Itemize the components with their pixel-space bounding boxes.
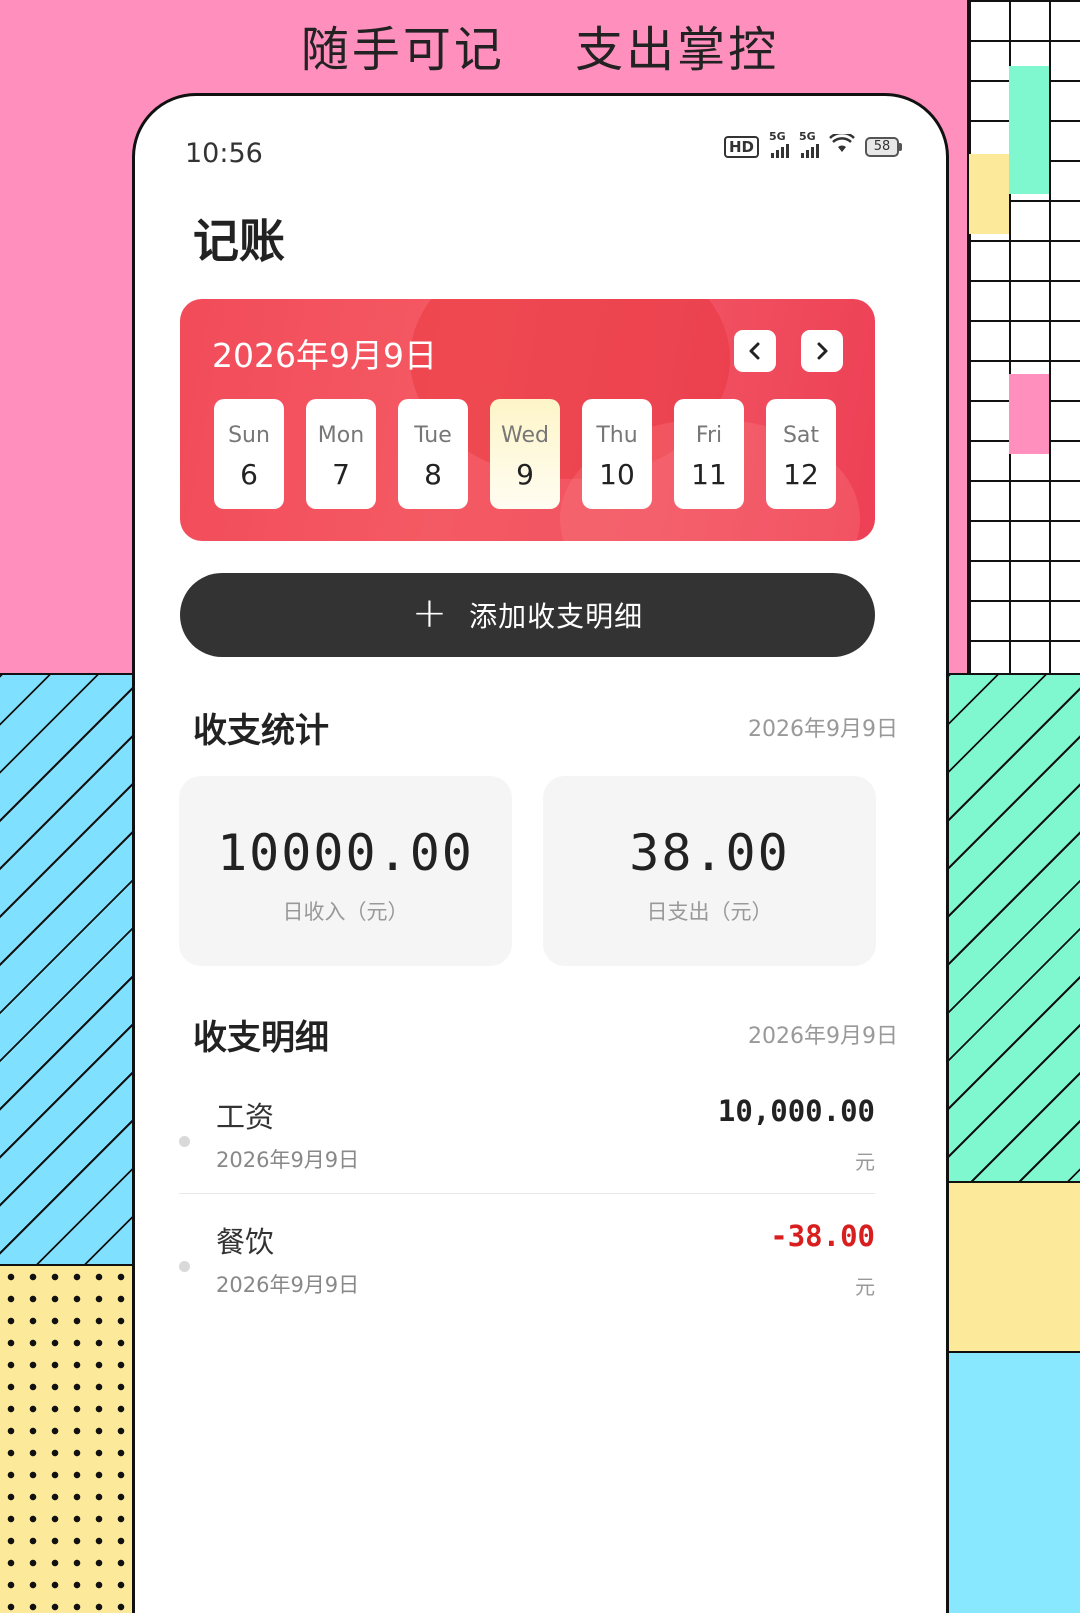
- record-name: 餐饮: [216, 1225, 275, 1259]
- hd-icon: HD: [723, 136, 759, 158]
- calendar-current-date: 2026年9月9日: [212, 336, 437, 375]
- expense-caption: 日支出（元）: [646, 900, 773, 924]
- grid-cell-mint: [1009, 66, 1049, 194]
- phone-frame: 10:56 HD 5G 5G 58 记账 2026年9月9日 Sun 6 Mon…: [132, 93, 949, 1613]
- day-sat[interactable]: Sat 12: [766, 399, 836, 509]
- background-cyan-block: [946, 1351, 1080, 1613]
- background-stripes-left: [0, 673, 134, 1266]
- day-fri[interactable]: Fri 11: [674, 399, 744, 509]
- promo-text-left: 随手可记: [300, 22, 505, 78]
- details-title: 收支明细: [193, 1018, 329, 1058]
- record-date: 2026年9月9日: [216, 1273, 360, 1297]
- background-yellow-block: [946, 1181, 1080, 1353]
- signal-icon-2: 5G: [799, 130, 819, 158]
- income-amount: 10000.00: [217, 824, 474, 882]
- plus-icon: +: [411, 588, 448, 637]
- status-icons: HD 5G 5G 58: [723, 130, 902, 160]
- background-stripes-right: [946, 673, 1080, 1183]
- details-date: 2026年9月9日: [748, 1024, 898, 1049]
- wifi-icon: [829, 131, 855, 160]
- record-amount: -38.00: [770, 1219, 875, 1253]
- add-record-button[interactable]: + 添加收支明细: [180, 573, 875, 657]
- record-divider: [179, 1193, 875, 1194]
- promo-headline: 随手可记 支出掌控: [0, 10, 1080, 80]
- expense-card: 38.00 日支出（元）: [543, 776, 876, 966]
- record-item[interactable]: 餐饮 2026年9月9日 -38.00 元: [179, 1215, 875, 1325]
- chevron-right-icon: [817, 342, 828, 360]
- record-unit: 元: [855, 1275, 875, 1299]
- expense-amount: 38.00: [629, 824, 790, 882]
- income-caption: 日收入（元）: [282, 900, 409, 924]
- record-dot: [179, 1136, 190, 1147]
- signal-icon: 5G: [769, 130, 789, 158]
- background-dots-left: [0, 1264, 134, 1613]
- battery-icon: 58: [865, 137, 902, 157]
- record-unit: 元: [855, 1150, 875, 1174]
- promo-text-right: 支出掌控: [575, 22, 780, 78]
- chevron-left-icon: [749, 342, 760, 360]
- app-screen: 10:56 HD 5G 5G 58 记账 2026年9月9日 Sun 6 Mon…: [149, 110, 932, 1613]
- record-dot: [179, 1261, 190, 1272]
- day-sun[interactable]: Sun 6: [214, 399, 284, 509]
- grid-cell-pink: [1009, 374, 1049, 454]
- day-thu[interactable]: Thu 10: [582, 399, 652, 509]
- record-item[interactable]: 工资 2026年9月9日 10,000.00 元: [179, 1090, 875, 1200]
- status-time: 10:56: [185, 138, 263, 169]
- grid-cell-yellow: [969, 154, 1009, 234]
- stats-date: 2026年9月9日: [748, 717, 898, 742]
- day-wed-selected[interactable]: Wed 9: [490, 399, 560, 509]
- day-tue[interactable]: Tue 8: [398, 399, 468, 509]
- next-week-button[interactable]: [801, 330, 843, 372]
- calendar-card: 2026年9月9日 Sun 6 Mon 7 Tue 8 Wed 9 Thu 10…: [180, 299, 875, 541]
- record-date: 2026年9月9日: [216, 1148, 360, 1172]
- page-title: 记账: [193, 214, 285, 268]
- record-name: 工资: [216, 1100, 275, 1134]
- record-amount: 10,000.00: [717, 1094, 875, 1128]
- day-mon[interactable]: Mon 7: [306, 399, 376, 509]
- stats-title: 收支统计: [193, 711, 329, 751]
- income-card: 10000.00 日收入（元）: [179, 776, 512, 966]
- week-strip: Sun 6 Mon 7 Tue 8 Wed 9 Thu 10 Fri 11 Sa…: [214, 399, 836, 509]
- background-grid: [967, 0, 1080, 675]
- prev-week-button[interactable]: [734, 330, 776, 372]
- add-record-label: 添加收支明细: [469, 600, 644, 633]
